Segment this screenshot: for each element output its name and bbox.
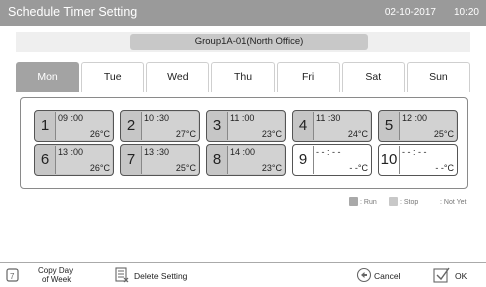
slot-time: - - : - - <box>316 147 341 157</box>
legend-run-label: : Run <box>360 199 377 206</box>
copy-day-button[interactable]: 7 Copy Day of Week <box>6 263 90 287</box>
slot-time: 14 :00 <box>230 147 256 157</box>
slot-time: 12 :00 <box>402 113 428 123</box>
tab-sat[interactable]: Sat <box>341 62 405 92</box>
legend-notyet: : Not Yet <box>429 197 466 206</box>
slot-detail: - - : - - - -°C <box>313 146 370 174</box>
delete-list-icon <box>115 267 129 283</box>
slot-number: 8 <box>212 151 222 168</box>
legend-run: : Run <box>349 197 377 206</box>
schedule-slot-8[interactable]: 8 14 :00 23°C <box>206 144 286 176</box>
slot-detail: 11 :00 23°C <box>227 112 284 140</box>
tab-wed[interactable]: Wed <box>146 62 210 92</box>
schedule-slot-3[interactable]: 3 11 :00 23°C <box>206 110 286 142</box>
slot-number: 3 <box>212 117 222 134</box>
tab-tue[interactable]: Tue <box>81 62 145 92</box>
stop-swatch <box>389 197 398 206</box>
tab-sun[interactable]: Sun <box>406 62 470 92</box>
date-display: 02-10-2017 <box>384 7 436 18</box>
schedule-slot-9[interactable]: 9 - - : - - - -°C <box>292 144 372 176</box>
notyet-swatch <box>429 197 438 206</box>
delete-setting-button[interactable]: Delete Setting <box>115 263 205 287</box>
schedule-slot-5[interactable]: 5 12 :00 25°C <box>378 110 458 142</box>
slot-time: - - : - - <box>402 147 427 157</box>
slot-temp: 25°C <box>433 129 454 139</box>
copy-day-label-1: Copy Day <box>38 266 74 275</box>
copy-icon: 7 <box>6 268 19 282</box>
svg-text:7: 7 <box>10 272 15 281</box>
schedule-slot-4[interactable]: 4 11 :30 24°C <box>292 110 372 142</box>
slot-detail: 10 :30 27°C <box>141 112 198 140</box>
slot-temp: - -°C <box>435 163 454 173</box>
cancel-back-icon <box>356 267 372 283</box>
slot-temp: 23°C <box>261 129 282 139</box>
legend-notyet-label: : Not Yet <box>440 199 467 206</box>
slot-time: 13 :30 <box>144 147 170 157</box>
schedule-panel: 1 09 :00 26°C 2 10 :30 27°C 3 11 :00 23°… <box>20 97 468 189</box>
slot-temp: 24°C <box>347 129 368 139</box>
cancel-button[interactable]: Cancel <box>356 263 416 287</box>
schedule-slot-1[interactable]: 1 09 :00 26°C <box>34 110 114 142</box>
legend-stop: : Stop <box>389 197 418 206</box>
slot-time: 10 :30 <box>144 113 170 123</box>
copy-day-label-2: of Week <box>42 275 72 284</box>
tab-mon[interactable]: Mon <box>16 62 80 92</box>
schedule-slot-6[interactable]: 6 13 :00 26°C <box>34 144 114 176</box>
schedule-slot-10[interactable]: 10 - - : - - - -°C <box>378 144 458 176</box>
slot-temp: 26°C <box>89 163 110 173</box>
schedule-slot-2[interactable]: 2 10 :30 27°C <box>120 110 200 142</box>
slot-detail: 14 :00 23°C <box>227 146 284 174</box>
time-display: 10:20 <box>453 7 479 18</box>
slot-number: 5 <box>384 117 394 134</box>
slot-time: 11 :30 <box>316 113 341 123</box>
slot-number: 9 <box>298 151 308 168</box>
slot-number: 1 <box>40 117 50 134</box>
slot-detail: - - : - - - -°C <box>399 146 456 174</box>
slot-temp: 27°C <box>175 129 196 139</box>
checkbox-ok-icon <box>433 267 450 283</box>
day-tabs: Mon Tue Wed Thu Fri Sat Sun <box>16 62 470 92</box>
bottom-action-bar: 7 Copy Day of Week Delete Setting Cancel… <box>0 262 486 286</box>
slot-time: 11 :00 <box>230 113 255 123</box>
slot-number: 6 <box>40 151 50 168</box>
slot-temp: 23°C <box>261 163 282 173</box>
slot-time: 09 :00 <box>58 113 84 123</box>
slot-number: 4 <box>298 117 308 134</box>
legend-stop-label: : Stop <box>400 199 419 206</box>
slot-detail: 11 :30 24°C <box>313 112 370 140</box>
slot-temp: - -°C <box>349 163 368 173</box>
slot-detail: 09 :00 26°C <box>55 112 112 140</box>
slot-temp: 26°C <box>89 129 110 139</box>
slot-number: 7 <box>126 151 136 168</box>
schedule-slot-7[interactable]: 7 13 :30 25°C <box>120 144 200 176</box>
page-title: Schedule Timer Setting <box>8 5 138 19</box>
slot-detail: 12 :00 25°C <box>399 112 456 140</box>
slot-time: 13 :00 <box>58 147 84 157</box>
slot-temp: 25°C <box>175 163 196 173</box>
tab-thu[interactable]: Thu <box>211 62 275 92</box>
slot-number: 10 <box>380 151 398 168</box>
tab-fri[interactable]: Fri <box>276 62 340 92</box>
ok-label: OK <box>455 271 468 281</box>
ok-button[interactable]: OK <box>433 263 483 287</box>
slot-detail: 13 :30 25°C <box>141 146 198 174</box>
slot-detail: 13 :00 26°C <box>55 146 112 174</box>
group-name-display[interactable]: Group1A-01(North Office) <box>130 34 368 50</box>
slot-number: 2 <box>126 117 136 134</box>
delete-setting-label: Delete Setting <box>134 271 188 281</box>
cancel-label: Cancel <box>374 271 401 281</box>
run-swatch <box>349 197 358 206</box>
title-bar: Schedule Timer Setting 02-10-2017 10:20 <box>0 0 486 26</box>
